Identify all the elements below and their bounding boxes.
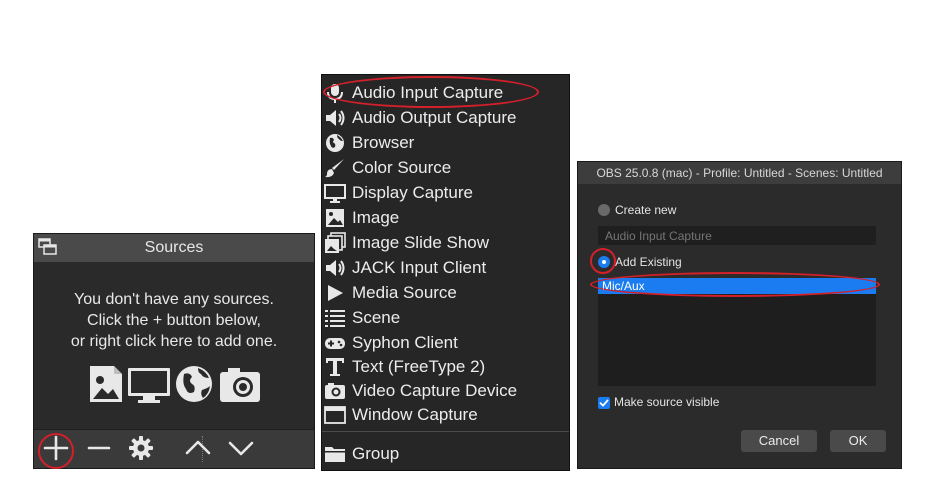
ok-button[interactable]: OK bbox=[830, 430, 886, 452]
folder-icon bbox=[325, 447, 345, 462]
empty-message-line: You don't have any sources. bbox=[74, 291, 274, 308]
empty-message-line: Click the + button below, bbox=[87, 312, 261, 329]
menu-item-label: Group bbox=[352, 444, 400, 463]
menu-item-image-slide-show[interactable]: Image Slide Show bbox=[322, 231, 569, 255]
image-icon bbox=[326, 209, 344, 227]
menu-item-display-capture[interactable]: Display Capture bbox=[322, 181, 569, 205]
cancel-button[interactable]: Cancel bbox=[741, 430, 817, 452]
move-source-up-button[interactable] bbox=[183, 433, 213, 463]
monitor-icon bbox=[324, 184, 346, 203]
create-source-dialog: OBS 25.0.8 (mac) - Profile: Untitled - S… bbox=[577, 161, 902, 469]
menu-divider bbox=[322, 431, 569, 432]
create-new-radio[interactable] bbox=[598, 204, 610, 216]
gamepad-icon bbox=[325, 338, 345, 349]
menu-item-label: Image bbox=[352, 208, 400, 227]
chevron-down-icon bbox=[228, 441, 254, 456]
camera-icon bbox=[220, 368, 260, 402]
camera-icon bbox=[325, 383, 345, 399]
make-visible-checkbox[interactable] bbox=[598, 397, 610, 409]
existing-sources-list[interactable]: Mic/Aux bbox=[598, 278, 876, 386]
menu-item-label: Syphon Client bbox=[352, 333, 458, 352]
sources-title: Sources bbox=[144, 239, 204, 256]
chevron-up-icon bbox=[185, 440, 211, 455]
source-type-icons bbox=[88, 362, 264, 406]
globe-icon bbox=[176, 366, 212, 402]
make-visible-label: Make source visible bbox=[614, 395, 720, 409]
menu-item-label: Media Source bbox=[352, 283, 457, 302]
remove-source-button[interactable] bbox=[84, 433, 114, 463]
menu-item-label: Audio Input Capture bbox=[352, 83, 504, 102]
gear-icon bbox=[129, 436, 153, 460]
empty-sources-message[interactable]: You don't have any sources. Click the + … bbox=[34, 289, 314, 352]
add-source-button[interactable] bbox=[41, 433, 71, 463]
menu-item-audio-input-capture[interactable]: Audio Input Capture bbox=[322, 81, 569, 105]
menu-item-audio-output-capture[interactable]: Audio Output Capture bbox=[322, 106, 569, 130]
menu-item-label: Video Capture Device bbox=[352, 381, 518, 400]
menu-item-label: Text (FreeType 2) bbox=[352, 357, 486, 376]
menu-item-syphon-client[interactable]: Syphon Client bbox=[322, 331, 569, 355]
sources-header: Sources bbox=[34, 234, 314, 262]
menu-item-label: Display Capture bbox=[352, 183, 473, 202]
menu-item-window-capture[interactable]: Window Capture bbox=[322, 403, 569, 427]
slideshow-icon bbox=[325, 232, 346, 253]
menu-item-label: Audio Output Capture bbox=[352, 108, 517, 127]
dialog-title: OBS 25.0.8 (mac) - Profile: Untitled - S… bbox=[578, 162, 901, 184]
menu-item-label: JACK Input Client bbox=[352, 258, 487, 277]
play-icon bbox=[328, 285, 343, 301]
list-icon bbox=[325, 310, 345, 327]
menu-item-group[interactable]: Group bbox=[322, 442, 569, 466]
menu-item-browser[interactable]: Browser bbox=[322, 131, 569, 155]
image-icon bbox=[90, 366, 122, 402]
speaker-icon bbox=[326, 260, 345, 276]
menu-item-label: Window Capture bbox=[352, 405, 478, 424]
add-source-menu: Audio Input Capture Audio Output Capture… bbox=[321, 74, 570, 471]
create-new-label: Create new bbox=[615, 203, 677, 217]
list-item[interactable]: Mic/Aux bbox=[598, 278, 876, 294]
globe-icon bbox=[326, 134, 344, 152]
add-existing-label: Add Existing bbox=[615, 255, 682, 269]
text-icon bbox=[326, 358, 344, 376]
menu-item-label: Scene bbox=[352, 308, 401, 327]
window-icon bbox=[324, 406, 346, 424]
plus-icon bbox=[43, 435, 69, 461]
minus-icon bbox=[87, 446, 111, 450]
menu-item-image[interactable]: Image bbox=[322, 206, 569, 230]
speaker-icon bbox=[326, 110, 345, 126]
empty-message-line: or right click here to add one. bbox=[70, 333, 278, 350]
menu-item-video-capture-device[interactable]: Video Capture Device bbox=[322, 379, 569, 403]
menu-item-color-source[interactable]: Color Source bbox=[322, 156, 569, 180]
menu-item-scene[interactable]: Scene bbox=[322, 306, 569, 330]
source-name-field[interactable] bbox=[598, 226, 876, 245]
display-icon bbox=[128, 368, 170, 403]
menu-item-label: Image Slide Show bbox=[352, 233, 490, 252]
sources-panel[interactable]: Sources You don't have any sources. Clic… bbox=[33, 233, 315, 469]
menu-item-label: Browser bbox=[352, 133, 415, 152]
move-source-down-button[interactable] bbox=[226, 433, 256, 463]
add-existing-radio[interactable] bbox=[598, 256, 610, 268]
menu-item-text-freetype-2[interactable]: Text (FreeType 2) bbox=[322, 355, 569, 379]
paintbrush-icon bbox=[325, 159, 344, 178]
checkmark-icon bbox=[599, 399, 609, 407]
source-properties-button[interactable] bbox=[126, 433, 156, 463]
sources-toolbar bbox=[34, 429, 314, 468]
menu-item-media-source[interactable]: Media Source bbox=[322, 281, 569, 305]
microphone-icon bbox=[327, 84, 343, 103]
menu-item-jack-input-client[interactable]: JACK Input Client bbox=[322, 256, 569, 280]
menu-item-label: Color Source bbox=[352, 158, 452, 177]
